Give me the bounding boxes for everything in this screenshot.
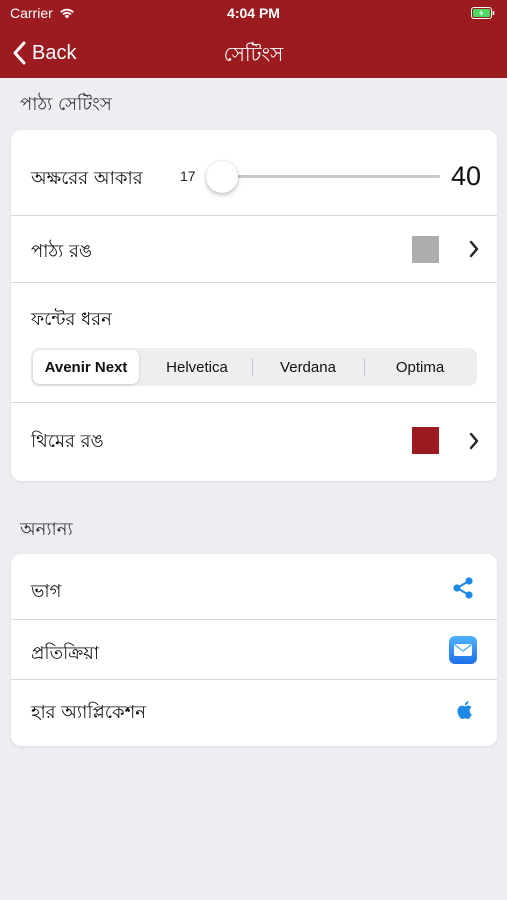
other-card: ভাগ প্রতিক্রিয়া হার অ্যাপ্লিকেশন <box>11 554 497 746</box>
theme-color-row[interactable]: থিমের রঙ <box>11 403 497 481</box>
navigation-bar: Back সেটিংস <box>0 28 507 78</box>
font-size-slider-thumb[interactable] <box>206 161 238 193</box>
text-color-label: পাঠ্য রঙ <box>31 241 93 262</box>
segment-divider <box>252 358 253 376</box>
segment-avenir-next[interactable]: Avenir Next <box>33 350 139 384</box>
chevron-right-icon <box>469 432 479 450</box>
section-header-text-settings: পাঠ্য সেটিংস <box>20 94 112 115</box>
slider-min-value: 17 <box>180 168 196 184</box>
list-item-feedback[interactable]: প্রতিক্রিয়া <box>11 620 497 680</box>
font-size-row: অক্ষরের আকার 17 40 <box>11 130 497 216</box>
list-item-rate-app[interactable]: হার অ্যাপ্লিকেশন <box>11 680 497 746</box>
feedback-label: প্রতিক্রিয়া <box>31 643 100 664</box>
segment-verdana[interactable]: Verdana <box>255 350 361 384</box>
segment-divider <box>364 358 365 376</box>
page-title: সেটিংস <box>223 42 284 66</box>
text-settings-card: অক্ষরের আকার 17 40 পাঠ্য রঙ ফন্টের ধরন A… <box>11 130 497 481</box>
share-icon[interactable] <box>451 576 475 600</box>
text-color-row[interactable]: পাঠ্য রঙ <box>11 216 497 283</box>
share-label: ভাগ <box>31 581 62 602</box>
text-color-swatch <box>412 236 439 263</box>
mail-icon[interactable] <box>449 636 477 664</box>
rate-app-label: হার অ্যাপ্লিকেশন <box>31 702 146 723</box>
theme-color-label: থিমের রঙ <box>31 431 104 452</box>
apple-icon[interactable] <box>455 700 473 720</box>
font-type-label: ফন্টের ধরন <box>31 309 112 330</box>
theme-color-swatch <box>412 427 439 454</box>
section-header-other: অন্যান্য <box>20 519 73 540</box>
font-size-label: অক্ষরের আকার <box>31 168 143 189</box>
status-bar: Carrier 4:04 PM <box>0 0 507 28</box>
segment-helvetica[interactable]: Helvetica <box>144 350 250 384</box>
app-header: Carrier 4:04 PM Back সেটিংস <box>0 0 507 78</box>
segment-optima[interactable]: Optima <box>367 350 473 384</box>
chevron-right-icon <box>469 240 479 258</box>
font-type-segmented-control: Avenir Next Helvetica Verdana Optima <box>31 348 477 386</box>
status-time: 4:04 PM <box>227 5 280 21</box>
list-item-share[interactable]: ভাগ <box>11 554 497 620</box>
slider-max-value: 40 <box>451 161 482 191</box>
battery-icon <box>471 7 495 19</box>
font-size-slider-track[interactable] <box>222 175 440 178</box>
